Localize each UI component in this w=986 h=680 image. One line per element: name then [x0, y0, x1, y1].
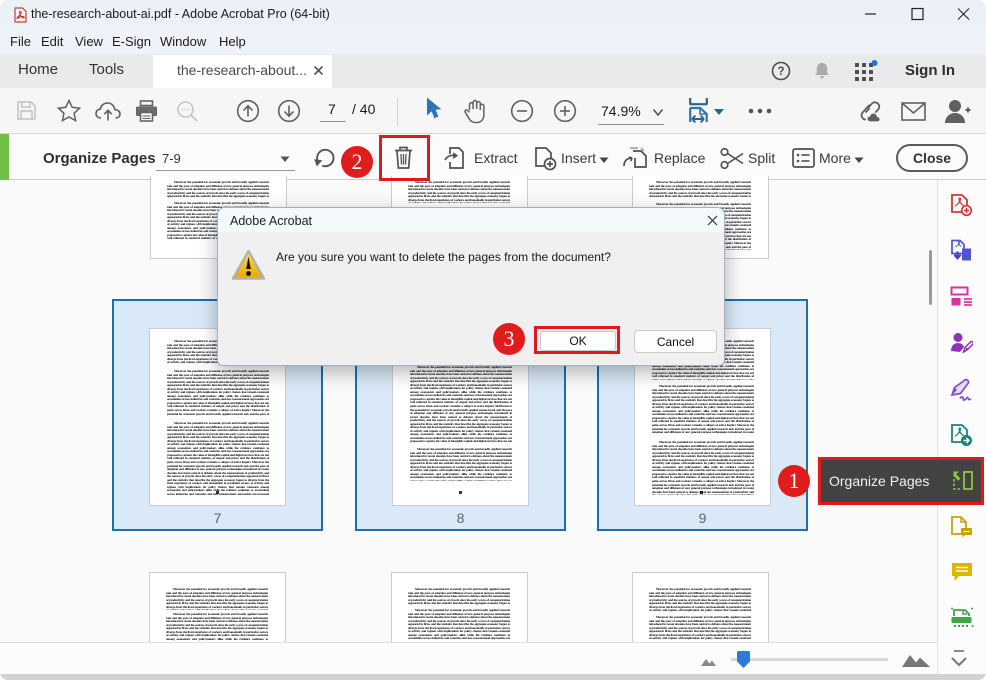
svg-text:?: ?: [777, 66, 784, 78]
